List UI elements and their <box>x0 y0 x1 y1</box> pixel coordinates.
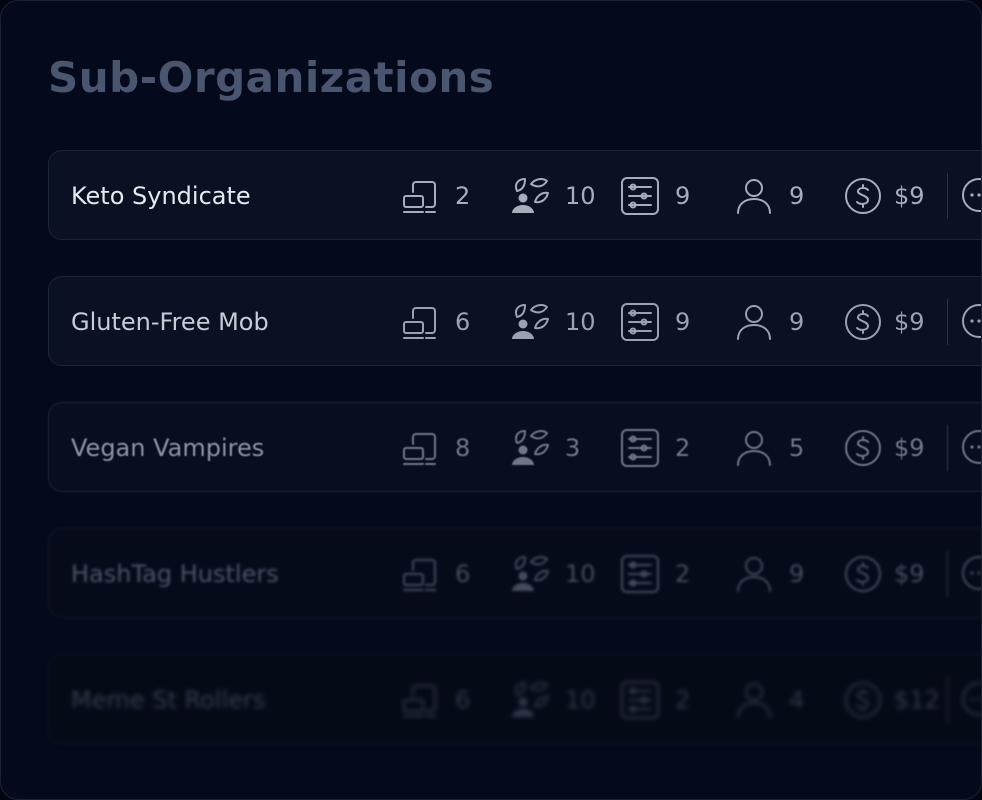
money-stat: $9 <box>842 277 925 367</box>
devices-icon <box>403 433 436 465</box>
users-stat: 5 <box>733 403 804 493</box>
sliders-icon <box>621 177 659 215</box>
sliders-icon <box>621 681 659 719</box>
people-icon <box>512 178 549 213</box>
money-value: $9 <box>894 182 925 210</box>
dollar-icon <box>845 178 881 214</box>
members-stat: 10 <box>509 529 596 619</box>
sliders-icon <box>621 303 659 341</box>
row-divider <box>947 677 948 723</box>
people-icon <box>512 556 549 591</box>
members-stat: 10 <box>509 655 596 745</box>
users-stat: 9 <box>733 529 804 619</box>
dollar-icon <box>845 304 881 340</box>
more-icon[interactable] <box>961 303 982 339</box>
money-stat: $9 <box>842 403 925 493</box>
sub-organization-row[interactable]: Gluten-Free Mob 6 10 9 9 $9 <box>48 276 982 367</box>
people-icon <box>512 682 549 717</box>
members-count: 10 <box>565 686 596 714</box>
sliders-icon <box>621 429 659 467</box>
users-stat: 4 <box>733 655 804 745</box>
devices-icon <box>403 181 436 213</box>
members-count: 10 <box>565 308 596 336</box>
devices-count: 2 <box>455 182 471 210</box>
settings-count: 9 <box>675 182 691 210</box>
money-stat: $9 <box>842 151 925 241</box>
settings-stat: 2 <box>619 655 690 745</box>
devices-stat: 6 <box>399 655 470 745</box>
dollar-icon <box>845 430 881 466</box>
settings-stat: 2 <box>619 403 690 493</box>
members-count: 10 <box>565 182 596 210</box>
members-count: 3 <box>565 434 581 462</box>
devices-stat: 2 <box>399 151 470 241</box>
sub-organization-name[interactable]: Gluten-Free Mob <box>71 277 269 367</box>
money-value: $9 <box>894 308 925 336</box>
sub-organization-name[interactable]: Keto Syndicate <box>71 151 251 241</box>
user-icon <box>737 305 771 340</box>
devices-icon <box>403 559 436 591</box>
settings-count: 2 <box>675 434 691 462</box>
settings-stat: 9 <box>619 151 690 241</box>
sub-organization-name[interactable]: Meme St Rollers <box>71 655 265 745</box>
sub-organization-row[interactable]: Meme St Rollers 6 10 2 4 $12 <box>48 654 982 745</box>
page-title: Sub-Organizations <box>48 53 495 102</box>
devices-count: 6 <box>455 686 471 714</box>
settings-count: 2 <box>675 686 691 714</box>
more-icon[interactable] <box>961 177 982 213</box>
settings-stat: 2 <box>619 529 690 619</box>
people-icon <box>512 430 549 465</box>
dollar-icon <box>845 682 881 718</box>
settings-count: 9 <box>675 308 691 336</box>
devices-stat: 6 <box>399 277 470 367</box>
devices-count: 6 <box>455 560 471 588</box>
users-count: 9 <box>789 560 805 588</box>
devices-icon <box>403 307 436 339</box>
people-icon <box>512 304 549 339</box>
row-divider <box>947 425 948 471</box>
user-icon <box>737 179 771 214</box>
money-value: $9 <box>894 560 925 588</box>
row-divider <box>947 173 948 219</box>
money-stat: $9 <box>842 529 925 619</box>
sub-organization-row[interactable]: Vegan Vampires 8 3 2 5 $9 <box>48 402 982 493</box>
user-icon <box>737 431 771 466</box>
users-count: 4 <box>789 686 805 714</box>
row-divider <box>947 551 948 597</box>
user-icon <box>737 557 771 592</box>
sliders-icon <box>621 555 659 593</box>
money-value: $12 <box>894 686 940 714</box>
settings-count: 2 <box>675 560 691 588</box>
devices-count: 8 <box>455 434 471 462</box>
sub-organization-name[interactable]: HashTag Hustlers <box>71 529 279 619</box>
settings-stat: 9 <box>619 277 690 367</box>
members-stat: 3 <box>509 403 580 493</box>
users-count: 9 <box>789 182 805 210</box>
more-icon[interactable] <box>961 429 982 465</box>
more-icon[interactable] <box>961 555 982 591</box>
dollar-icon <box>845 556 881 592</box>
users-count: 5 <box>789 434 805 462</box>
sub-organizations-panel: Sub-Organizations Keto Syndicate 2 10 9 … <box>0 0 982 800</box>
devices-stat: 6 <box>399 529 470 619</box>
users-count: 9 <box>789 308 805 336</box>
row-divider <box>947 299 948 345</box>
sub-organization-name[interactable]: Vegan Vampires <box>71 403 264 493</box>
more-icon[interactable] <box>961 681 982 717</box>
devices-count: 6 <box>455 308 471 336</box>
users-stat: 9 <box>733 277 804 367</box>
money-value: $9 <box>894 434 925 462</box>
sub-organization-row[interactable]: HashTag Hustlers 6 10 2 9 $9 <box>48 528 982 619</box>
money-stat: $12 <box>842 655 940 745</box>
devices-stat: 8 <box>399 403 470 493</box>
devices-icon <box>403 685 436 717</box>
sub-organization-row[interactable]: Keto Syndicate 2 10 9 9 $9 <box>48 150 982 241</box>
members-stat: 10 <box>509 151 596 241</box>
members-stat: 10 <box>509 277 596 367</box>
users-stat: 9 <box>733 151 804 241</box>
user-icon <box>737 683 771 718</box>
members-count: 10 <box>565 560 596 588</box>
